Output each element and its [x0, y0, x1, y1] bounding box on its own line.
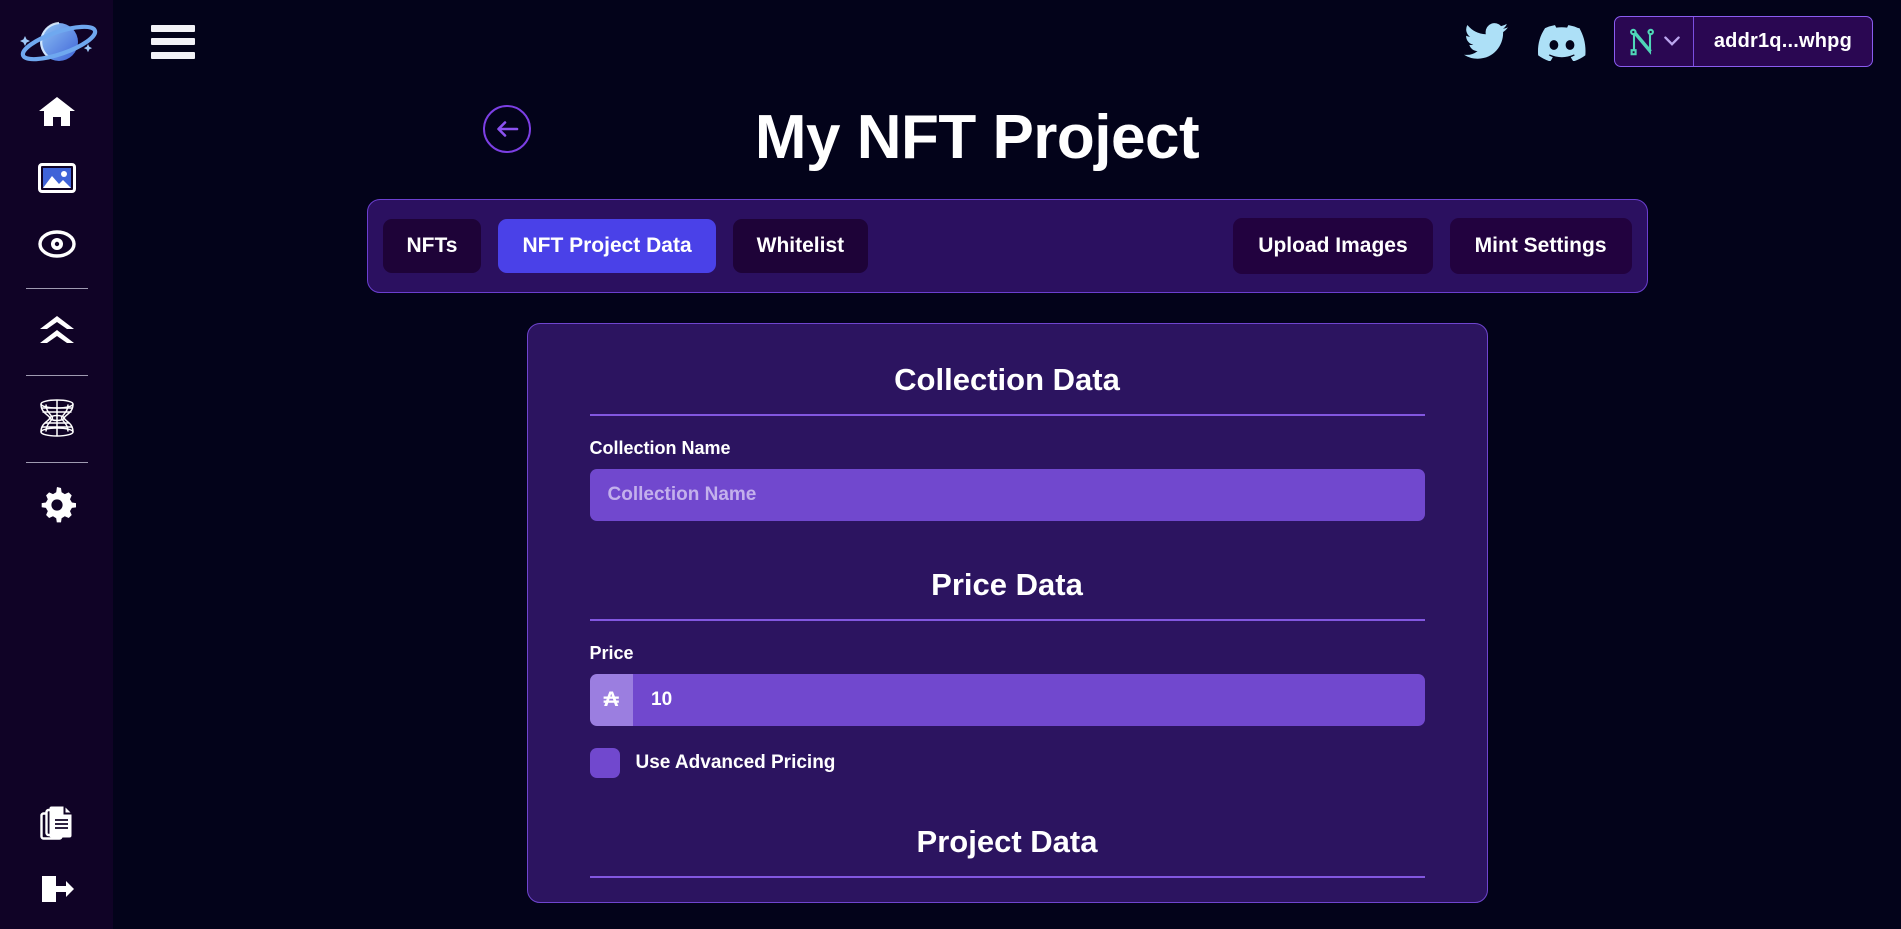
gear-icon — [41, 487, 76, 523]
price-field: Price ₳ — [589, 643, 1425, 726]
back-button[interactable] — [483, 105, 531, 153]
wallet-button[interactable]: addr1q...whpg — [1613, 16, 1873, 67]
sidebar-item-upgrade[interactable] — [29, 303, 85, 359]
discord-link[interactable] — [1537, 23, 1586, 61]
sidebar-item-settings[interactable] — [29, 477, 85, 533]
collection-name-field: Collection Name — [589, 438, 1425, 521]
hamburger-bar — [151, 24, 195, 32]
project-data-title: Project Data — [916, 824, 1098, 859]
tab-nft-project-data[interactable]: NFT Project Data — [498, 219, 716, 273]
use-advanced-pricing-checkbox[interactable] — [589, 748, 620, 778]
collection-name-label: Collection Name — [589, 438, 731, 458]
wallet-provider-selector[interactable] — [1615, 17, 1694, 66]
sidebar-item-wormhole[interactable] — [29, 390, 85, 446]
app-logo[interactable] — [9, 10, 105, 74]
twitter-icon — [1463, 22, 1508, 59]
documents-icon — [39, 806, 71, 840]
sidebar-item-explore[interactable] — [29, 216, 85, 272]
advanced-pricing-row: Use Advanced Pricing — [589, 748, 1425, 778]
ada-currency-icon: ₳ — [589, 674, 633, 726]
page-title: My NFT Project — [754, 103, 1200, 172]
double-chevron-up-icon — [39, 316, 74, 343]
tab-bar: NFTs NFT Project Data Whitelist Upload I… — [366, 199, 1648, 293]
top-bar: addr1q...whpg — [113, 0, 1901, 83]
tab-nfts[interactable]: NFTs — [382, 219, 482, 273]
section-divider — [589, 876, 1425, 878]
sidebar-item-home[interactable] — [29, 84, 85, 140]
project-data-card: Collection Data Collection Name Price Da… — [526, 323, 1488, 903]
sidebar — [0, 0, 113, 929]
logout-icon — [41, 876, 74, 902]
price-data-title: Price Data — [931, 567, 1083, 602]
hamburger-bar — [151, 51, 195, 59]
discord-icon — [1537, 24, 1586, 61]
price-label: Price — [589, 643, 634, 663]
saturn-planet-logo-icon — [19, 21, 97, 62]
home-icon — [38, 97, 75, 126]
price-input[interactable] — [633, 674, 1425, 726]
hamburger-bar — [151, 38, 195, 45]
section-divider — [589, 414, 1425, 416]
hamburger-menu-icon[interactable] — [151, 24, 195, 59]
nami-wallet-icon — [1629, 28, 1654, 55]
page-header: My NFT Project — [113, 83, 1901, 193]
tab-whitelist[interactable]: Whitelist — [732, 219, 869, 273]
sidebar-item-logout[interactable] — [29, 861, 85, 917]
main-content: addr1q...whpg My NFT Project NFTs NFT Pr… — [113, 0, 1901, 929]
mint-settings-button[interactable]: Mint Settings — [1449, 218, 1632, 274]
sidebar-divider-3 — [25, 462, 88, 463]
sidebar-divider-2 — [25, 375, 88, 376]
sidebar-divider-1 — [25, 288, 88, 289]
arrow-left-circle-icon — [497, 121, 519, 137]
wallet-address: addr1q...whpg — [1713, 30, 1852, 52]
sidebar-item-documents[interactable] — [29, 795, 85, 851]
sidebar-bottom-group — [0, 785, 113, 917]
upload-images-button[interactable]: Upload Images — [1233, 218, 1433, 274]
chevron-down-icon — [1664, 36, 1680, 46]
eye-target-icon — [37, 230, 76, 258]
app-root: addr1q...whpg My NFT Project NFTs NFT Pr… — [0, 0, 1901, 929]
price-input-group: ₳ — [589, 674, 1425, 726]
collection-data-title: Collection Data — [894, 362, 1120, 397]
image-icon — [37, 163, 76, 193]
wormhole-icon — [39, 399, 74, 437]
use-advanced-pricing-label: Use Advanced Pricing — [635, 752, 836, 773]
sidebar-item-gallery[interactable] — [29, 150, 85, 206]
section-divider — [589, 619, 1425, 621]
top-bar-right: addr1q...whpg — [1463, 16, 1873, 67]
twitter-link[interactable] — [1463, 22, 1510, 62]
collection-name-input[interactable] — [589, 469, 1425, 521]
